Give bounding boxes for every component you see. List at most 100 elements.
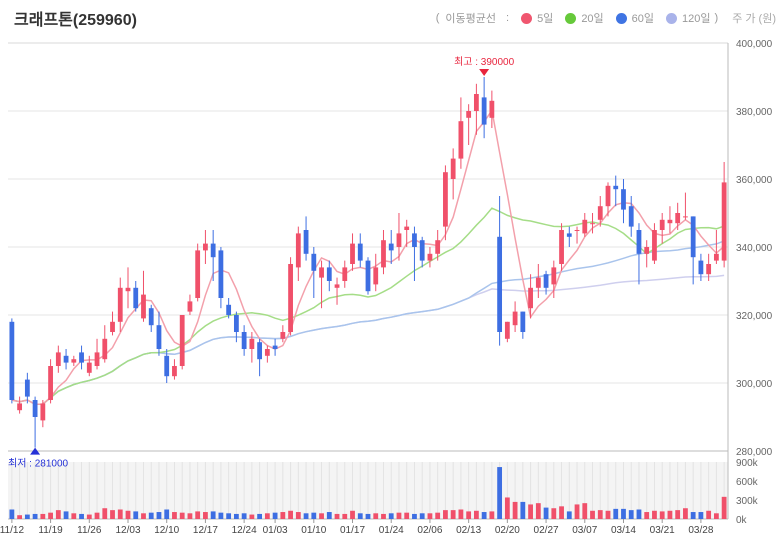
price-tick-label: 360,000 [736, 175, 773, 186]
candle-body [621, 189, 626, 210]
volume-background [8, 462, 728, 519]
volume-bar [566, 511, 572, 519]
volume-bar [203, 512, 208, 519]
volume-bar [218, 512, 224, 519]
candle-body [257, 342, 263, 360]
candle-body [210, 243, 216, 258]
candle-body [512, 311, 518, 326]
candle-body [667, 219, 673, 224]
x-tick-label: 03/14 [611, 525, 636, 536]
volume-bar [621, 508, 626, 519]
volume-bar [86, 514, 92, 519]
axis-labels: 280,000 300,000 320,000 340,000 360,000 380,0… [0, 39, 773, 536]
price-tick-label: 280,000 [736, 447, 773, 458]
high-label: 최고 : 390000 [454, 56, 515, 68]
volume-bar [683, 508, 688, 519]
x-tick-label: 12/10 [154, 525, 179, 536]
volume-bar [388, 513, 394, 519]
candle-body [504, 321, 510, 339]
volume-bar [148, 512, 154, 519]
candle-body [628, 206, 634, 227]
volume-bar [249, 514, 255, 519]
candle-body [597, 206, 603, 220]
candle-body [721, 182, 727, 261]
candle-body [288, 264, 293, 332]
candle-body [94, 352, 100, 366]
candle-body [156, 325, 162, 349]
candle-body [443, 172, 448, 227]
volume-bar [713, 513, 719, 519]
candle-body [458, 121, 464, 159]
candle-body [110, 321, 115, 332]
candle-body [133, 287, 139, 309]
price-tick-label: 380,000 [736, 107, 773, 118]
candle-body [388, 243, 394, 251]
volume-bar [574, 504, 580, 519]
x-tick-label: 02/13 [456, 525, 481, 536]
volume-bar [40, 513, 46, 519]
candle-body [365, 260, 371, 292]
candle-body [497, 236, 503, 332]
price-tick-label: 400,000 [736, 39, 773, 50]
candle-body [574, 230, 580, 231]
volume-tick-label: 900k [736, 458, 759, 469]
volume-bar [613, 508, 619, 519]
candle-body [566, 233, 572, 237]
stock-chart[interactable]: 280,000 300,000 320,000 340,000 360,000 380,0… [0, 0, 784, 538]
x-tick-label: 02/20 [495, 525, 520, 536]
candle-body [450, 158, 456, 179]
candle-body [412, 233, 417, 247]
candle-body [466, 111, 472, 118]
volume-bar [520, 501, 526, 519]
candle-body [172, 366, 177, 377]
volume-bar [233, 513, 239, 519]
candle-body [659, 219, 665, 230]
volume-bar [458, 509, 464, 519]
volume-bar [156, 512, 162, 519]
candle-body [481, 97, 487, 125]
candle-body [32, 400, 38, 417]
candle-body [102, 338, 108, 360]
volume-bar [582, 503, 588, 519]
candle-body [249, 338, 255, 349]
x-tick-label: 11/12 [0, 525, 24, 536]
candle-body [79, 352, 84, 363]
x-tick-label: 03/21 [650, 525, 675, 536]
candle-body [613, 185, 619, 190]
candle-body [303, 230, 309, 254]
candle-body [195, 250, 201, 298]
candle-body [203, 243, 208, 251]
volume-bar [559, 506, 564, 519]
volume-bar [257, 513, 263, 519]
volume-bar [373, 513, 379, 519]
volume-bar [512, 501, 518, 519]
volume-bar [226, 513, 232, 519]
volume-bar [17, 515, 23, 519]
volume-bar [721, 496, 727, 519]
volume-bar [412, 513, 417, 519]
volume-bar [71, 513, 77, 519]
volume-bar [295, 512, 301, 519]
candle-body [713, 253, 719, 261]
volume-bar [396, 512, 402, 519]
volume-bar [365, 513, 371, 519]
volume-tick-label: 600k [736, 477, 759, 488]
candle-body [117, 287, 123, 322]
volume-tick-label: 300k [736, 496, 759, 507]
volume-bar [48, 512, 53, 519]
candle-body [404, 226, 410, 230]
candle-body [55, 352, 61, 366]
volume-bar [652, 510, 657, 519]
volume-bar [404, 512, 410, 519]
volume-bar [133, 511, 139, 519]
candle-body [427, 253, 433, 261]
x-tick-label: 01/24 [379, 525, 404, 536]
candle-body [489, 100, 495, 118]
volume-bar [164, 509, 170, 519]
volume-bar [636, 509, 642, 519]
volume-tick-label: 0k [736, 515, 748, 526]
volume-bar [667, 510, 673, 519]
candle-body [141, 294, 146, 319]
candle-body [295, 233, 301, 268]
candle-body [71, 359, 77, 363]
